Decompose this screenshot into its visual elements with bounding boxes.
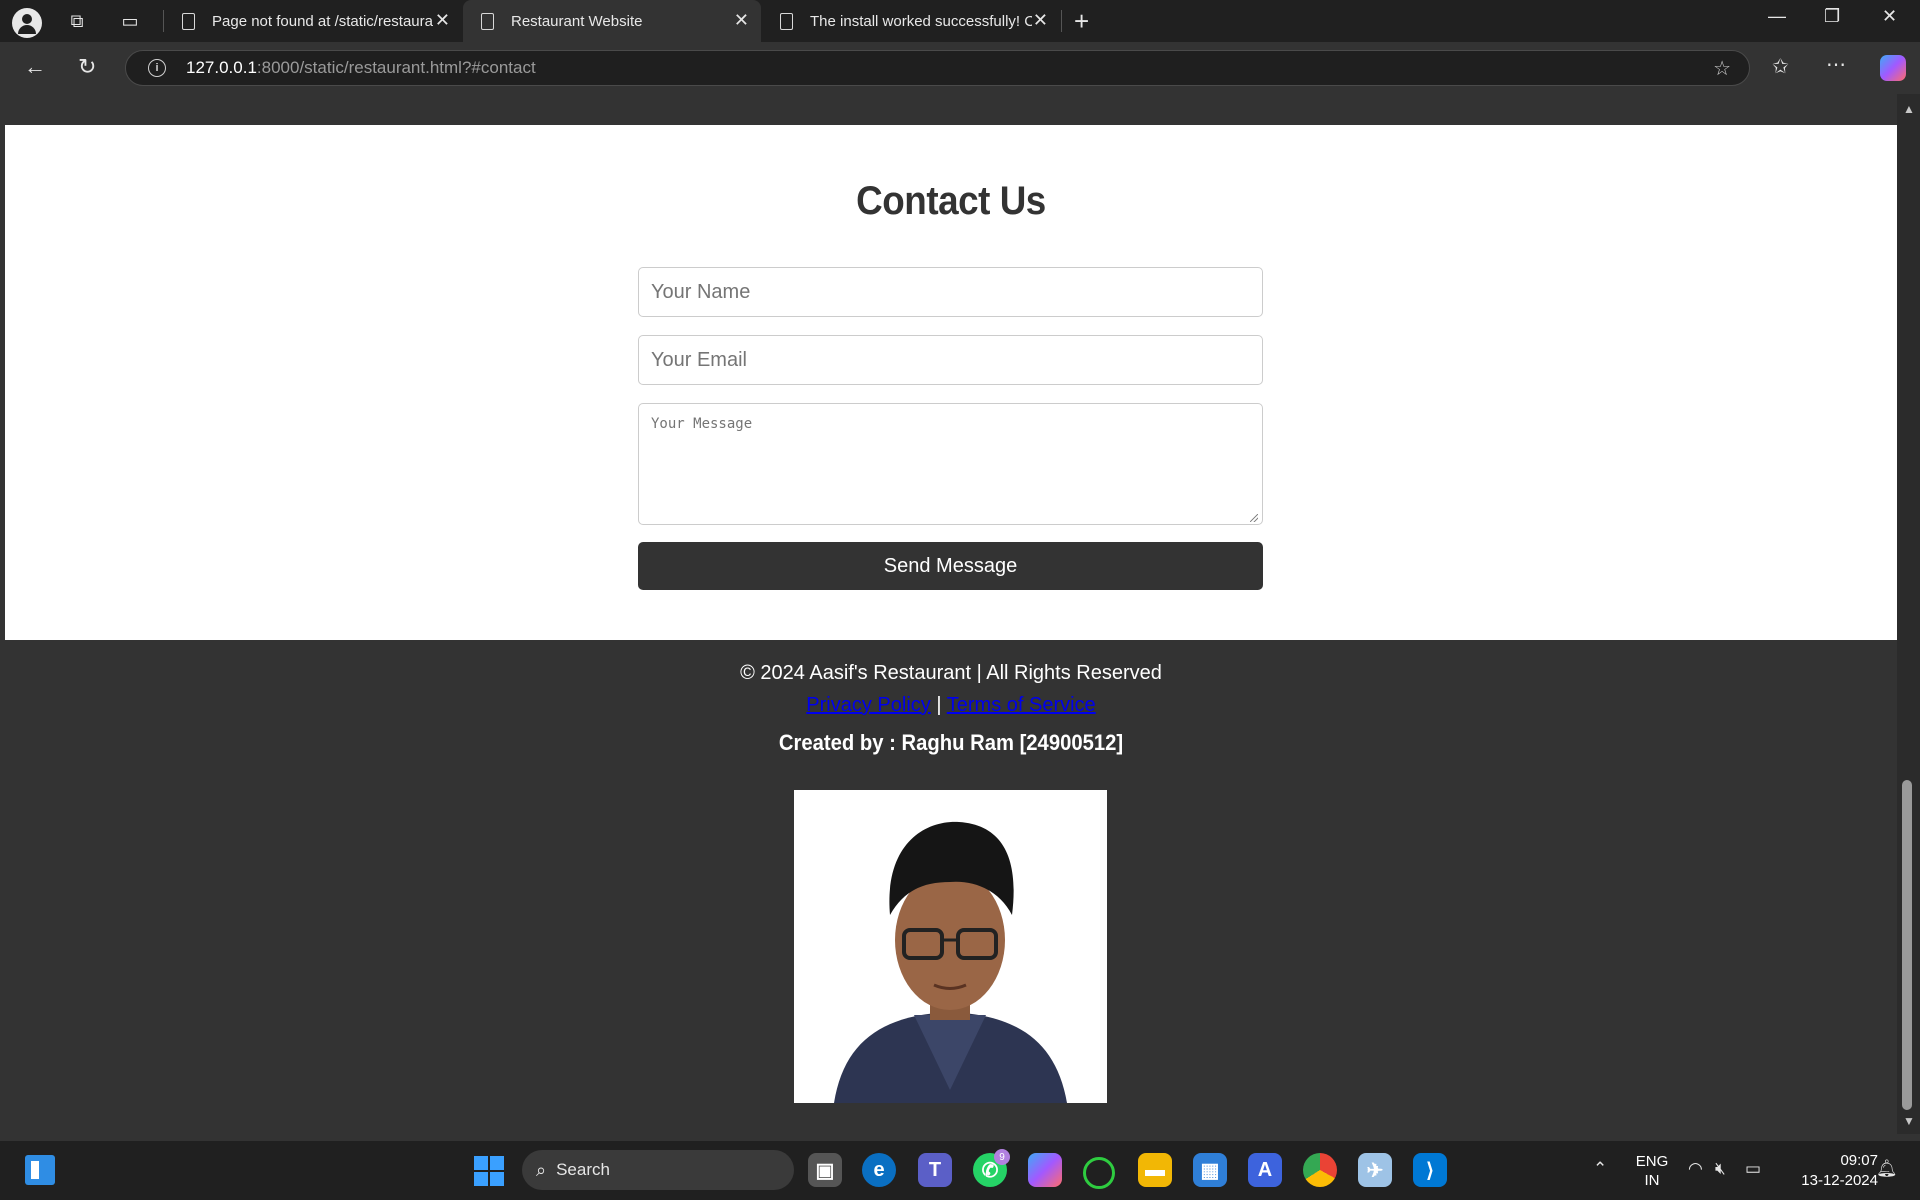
page-icon bbox=[182, 13, 195, 30]
show-hidden-icons-chevron-icon[interactable]: ⌃ bbox=[1593, 1159, 1607, 1179]
tab-title: The install worked successfully! Co bbox=[810, 12, 1032, 30]
name-input[interactable] bbox=[638, 267, 1263, 317]
tab-install-worked[interactable]: The install worked successfully! Co ✕ bbox=[762, 0, 1060, 42]
tab-page-not-found[interactable]: Page not found at /static/restaura ✕ bbox=[164, 0, 462, 42]
close-tab-icon[interactable]: ✕ bbox=[1033, 10, 1048, 31]
close-tab-icon[interactable]: ✕ bbox=[435, 10, 450, 31]
more-options-icon[interactable]: ⋯ bbox=[1826, 52, 1846, 77]
speaker-muted-icon[interactable]: 🔇︎ bbox=[1715, 1159, 1726, 1179]
created-by-text: Created by : Raghu Ram [24900512] bbox=[778, 730, 1124, 755]
site-info-icon[interactable]: i bbox=[148, 59, 166, 77]
contact-title: Contact Us bbox=[856, 179, 1046, 223]
widgets-icon[interactable] bbox=[25, 1155, 55, 1185]
page-icon bbox=[481, 13, 494, 30]
scroll-up-icon[interactable]: ▲ bbox=[1903, 102, 1915, 116]
copilot-app-icon[interactable] bbox=[1028, 1153, 1062, 1187]
copilot-icon[interactable] bbox=[1880, 55, 1906, 81]
privacy-policy-link[interactable]: Privacy Policy bbox=[806, 694, 930, 716]
battery-icon[interactable]: ▭ bbox=[1745, 1159, 1761, 1179]
task-view-icon[interactable]: ▣ bbox=[808, 1153, 842, 1187]
link-separator: | bbox=[936, 694, 942, 716]
scrollbar-thumb[interactable] bbox=[1902, 780, 1912, 1110]
profile-icon[interactable] bbox=[12, 8, 42, 38]
app-a-icon[interactable]: A bbox=[1248, 1153, 1282, 1187]
back-icon[interactable]: ← bbox=[24, 54, 46, 80]
vertical-tabs-icon[interactable]: ▭ bbox=[117, 8, 143, 34]
chrome-icon[interactable] bbox=[1303, 1153, 1337, 1187]
url-path: :8000/static/restaurant.html?#contact bbox=[256, 58, 536, 77]
footer-links: Privacy Policy | Terms of Service bbox=[5, 694, 1897, 717]
teams-icon[interactable]: T bbox=[918, 1153, 952, 1187]
favorites-icon[interactable]: ✩ bbox=[1772, 54, 1789, 79]
tab-title: Restaurant Website bbox=[511, 12, 643, 30]
creator-photo bbox=[794, 790, 1107, 1103]
search-icon: ⌕ bbox=[536, 1159, 547, 1180]
browser-tab-bar: ⧉ ▭ Page not found at /static/restaura ✕… bbox=[0, 0, 1920, 42]
email-input[interactable] bbox=[638, 335, 1263, 385]
footer-copyright: © 2024 Aasif's Restaurant | All Rights R… bbox=[740, 662, 1162, 684]
app-bird-icon[interactable]: ✈ bbox=[1358, 1153, 1392, 1187]
address-toolbar: ← ↻ i 127.0.0.1:8000/static/restaurant.h… bbox=[0, 42, 1920, 94]
new-tab-icon[interactable]: + bbox=[1074, 6, 1089, 37]
close-window-icon[interactable]: ✕ bbox=[1882, 6, 1897, 27]
close-tab-icon[interactable]: ✕ bbox=[734, 10, 749, 31]
scroll-down-icon[interactable]: ▼ bbox=[1903, 1114, 1915, 1128]
language-line2: IN bbox=[1644, 1172, 1660, 1189]
address-bar[interactable]: i 127.0.0.1:8000/static/restaurant.html?… bbox=[125, 50, 1750, 86]
resize-handle-icon[interactable] bbox=[1250, 514, 1258, 522]
whatsapp-badge: 9 bbox=[994, 1149, 1010, 1165]
refresh-app-icon[interactable] bbox=[1083, 1157, 1115, 1189]
message-textarea[interactable] bbox=[638, 403, 1263, 525]
page-icon bbox=[780, 13, 793, 30]
language-line1: ENG bbox=[1635, 1153, 1669, 1170]
url-host: 127.0.0.1 bbox=[186, 58, 257, 77]
edge-browser-icon[interactable]: e bbox=[862, 1153, 896, 1187]
windows-taskbar: ⌕ Search ▣ e T ✆ 9 ▬ ▦ A ✈ ⟩ ⌃ ENG IN ◠ … bbox=[0, 1141, 1920, 1200]
tab-title: Page not found at /static/restaura bbox=[212, 12, 433, 30]
language-indicator[interactable]: ENG IN bbox=[1634, 1152, 1670, 1190]
clock-time: 09:07 bbox=[1840, 1152, 1878, 1169]
minimize-icon[interactable]: — bbox=[1768, 6, 1786, 27]
restore-icon[interactable]: ❐ bbox=[1824, 6, 1840, 27]
terms-of-service-link[interactable]: Terms of Service bbox=[947, 694, 1096, 716]
notification-bell-icon[interactable]: 🔔︎ bbox=[1876, 1159, 1898, 1179]
vscode-icon[interactable]: ⟩ bbox=[1413, 1153, 1447, 1187]
refresh-icon[interactable]: ↻ bbox=[78, 54, 96, 80]
favorite-star-icon[interactable]: ☆ bbox=[1713, 56, 1731, 81]
tab-divider bbox=[1061, 10, 1062, 32]
clock[interactable]: 09:07 13-12-2024 bbox=[1782, 1151, 1878, 1191]
clock-date: 13-12-2024 bbox=[1801, 1172, 1878, 1189]
file-explorer-icon[interactable]: ▬ bbox=[1138, 1153, 1172, 1187]
microsoft-store-icon[interactable]: ▦ bbox=[1193, 1153, 1227, 1187]
portrait-image bbox=[794, 790, 1107, 1103]
workspaces-icon[interactable]: ⧉ bbox=[64, 8, 90, 34]
taskbar-search-label: Search bbox=[556, 1160, 610, 1179]
wifi-icon[interactable]: ◠ bbox=[1688, 1159, 1703, 1179]
start-button[interactable] bbox=[474, 1156, 504, 1186]
send-message-button[interactable]: Send Message bbox=[638, 542, 1263, 590]
contact-section: Contact Us Send Message bbox=[5, 125, 1897, 640]
page-scrollbar[interactable]: ▲ ▼ bbox=[1897, 94, 1920, 1134]
page-viewport: Contact Us Send Message © 2024 Aasif's R… bbox=[5, 94, 1897, 1134]
tab-restaurant-website[interactable]: Restaurant Website ✕ bbox=[463, 0, 761, 42]
taskbar-search[interactable]: ⌕ Search bbox=[522, 1150, 794, 1190]
